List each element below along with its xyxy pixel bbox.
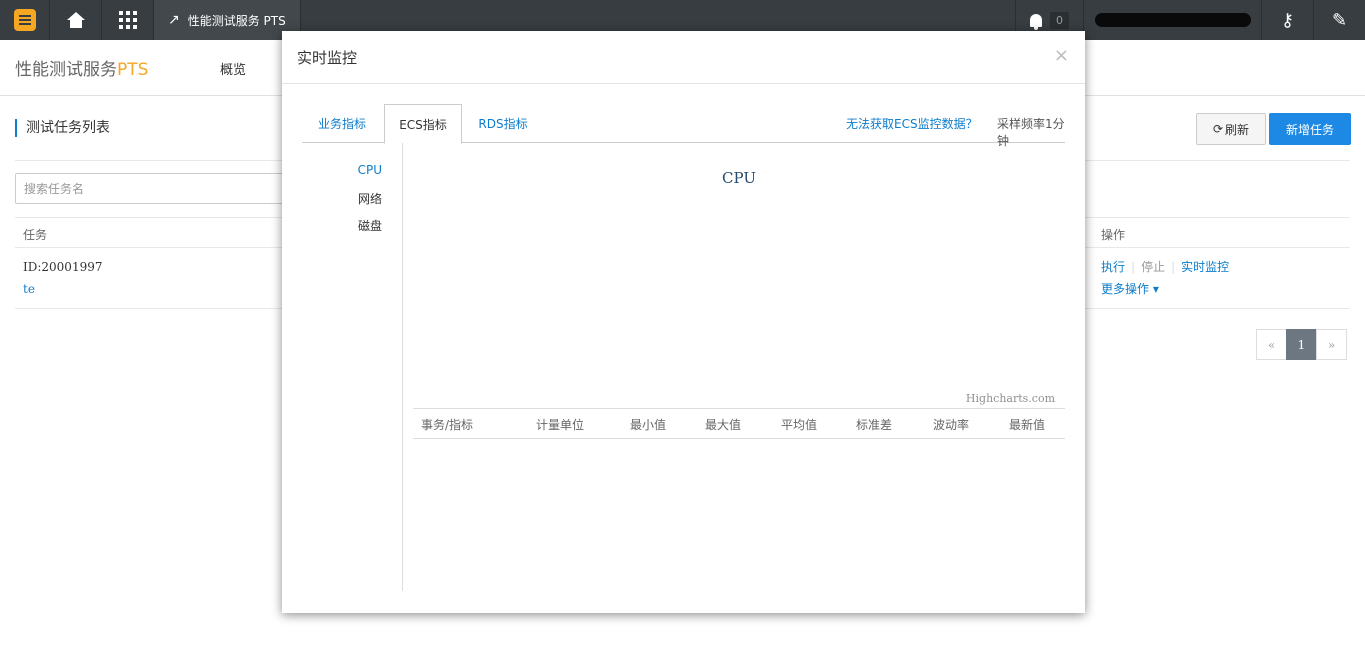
- ops-separator: |: [1171, 259, 1176, 274]
- redacted-username: [1094, 13, 1251, 27]
- monitor-link[interactable]: 实时监控: [1181, 258, 1229, 275]
- brand-main: 性能测试服务: [15, 60, 117, 80]
- prev-page-button[interactable]: «: [1256, 329, 1287, 360]
- current-product-link[interactable]: ↗ 性能测试服务 PTS: [154, 0, 301, 40]
- tab-ecs-metrics[interactable]: ECS指标: [384, 104, 462, 144]
- modal-title: 实时监控: [297, 49, 358, 67]
- column-volatility: 波动率: [933, 418, 970, 432]
- tab-rds-metrics[interactable]: RDS指标: [464, 104, 542, 143]
- home-icon: [66, 12, 86, 28]
- home-button[interactable]: [50, 0, 102, 40]
- nav-overview[interactable]: 概览: [220, 59, 246, 78]
- trend-icon: ↗: [168, 12, 180, 28]
- task-name-link[interactable]: te: [23, 282, 35, 296]
- realtime-monitor-modal: 实时监控 × 业务指标 ECS指标 RDS指标 无法获取ECS监控数据？ 采样频…: [282, 31, 1085, 613]
- product-brand: 性能测试服务PTS: [15, 55, 148, 80]
- refresh-label: 刷新: [1225, 122, 1250, 137]
- column-task: 任务: [23, 228, 48, 242]
- section-title: 测试任务列表: [15, 119, 110, 137]
- key-icon: ⚷: [1280, 9, 1295, 31]
- sidebar-item-disk[interactable]: 磁盘: [358, 217, 382, 234]
- sampling-frequency: 采样频率1分钟: [997, 117, 1065, 148]
- current-product-label: 性能测试服务 PTS: [187, 13, 286, 28]
- more-ops-label: 更多操作: [1101, 282, 1150, 296]
- products-menu-button[interactable]: [102, 0, 154, 40]
- metric-tabs: 业务指标 ECS指标 RDS指标 无法获取ECS监控数据？ 采样频率1分钟: [302, 104, 1065, 148]
- notification-count: 0: [1050, 11, 1069, 29]
- column-ops: 操作: [1101, 228, 1126, 242]
- user-account-menu[interactable]: [1083, 0, 1261, 40]
- sidebar-item-cpu[interactable]: CPU: [358, 163, 382, 177]
- grid-icon: [118, 11, 137, 29]
- column-stddev: 标准差: [856, 418, 893, 432]
- task-ops: 执行 | 停止 | 实时监控: [1101, 258, 1229, 275]
- column-min: 最小值: [630, 418, 667, 432]
- sidebar-item-network[interactable]: 网络: [358, 190, 382, 207]
- column-max: 最大值: [705, 418, 742, 432]
- brand-accent: PTS: [117, 60, 149, 80]
- column-avg: 平均值: [781, 418, 818, 432]
- more-ops-dropdown[interactable]: 更多操作 ▾: [1101, 280, 1159, 297]
- pencil-icon: ✎: [1331, 9, 1348, 31]
- close-icon[interactable]: ×: [1054, 45, 1069, 66]
- caret-down-icon: ▾: [1152, 282, 1159, 296]
- bell-icon: [1030, 13, 1042, 30]
- accesskey-button[interactable]: ⚷: [1261, 0, 1313, 40]
- metrics-table-header: 事务/指标 计量单位 最小值 最大值 平均值 标准差 波动率 最新值: [413, 408, 1065, 439]
- aliyun-logo-icon[interactable]: [0, 0, 50, 40]
- metric-sidebar: CPU 网络 磁盘: [302, 143, 403, 591]
- column-latest: 最新值: [1009, 418, 1046, 432]
- page-1-button[interactable]: 1: [1286, 329, 1317, 360]
- next-page-button[interactable]: »: [1316, 329, 1347, 360]
- modal-divider: [282, 83, 1085, 84]
- chart-title: CPU: [722, 169, 756, 187]
- chart-credit[interactable]: Highcharts.com: [966, 392, 1055, 405]
- new-task-button[interactable]: 新增任务: [1269, 113, 1351, 145]
- column-transaction: 事务/指标: [421, 418, 474, 432]
- column-unit: 计量单位: [536, 418, 585, 432]
- tab-business-metrics[interactable]: 业务指标: [302, 104, 382, 143]
- feedback-button[interactable]: ✎: [1313, 0, 1365, 40]
- ops-separator: |: [1131, 259, 1136, 274]
- stop-link[interactable]: 停止: [1141, 258, 1165, 275]
- task-id: ID:20001997: [23, 260, 103, 274]
- run-link[interactable]: 执行: [1101, 258, 1125, 275]
- refresh-button[interactable]: ⟳ 刷新: [1196, 113, 1266, 145]
- pagination: « 1 »: [1256, 329, 1347, 360]
- ecs-help-link[interactable]: 无法获取ECS监控数据？: [846, 115, 978, 132]
- search-input[interactable]: 搜索任务名: [15, 173, 295, 204]
- refresh-icon: ⟳: [1212, 122, 1224, 136]
